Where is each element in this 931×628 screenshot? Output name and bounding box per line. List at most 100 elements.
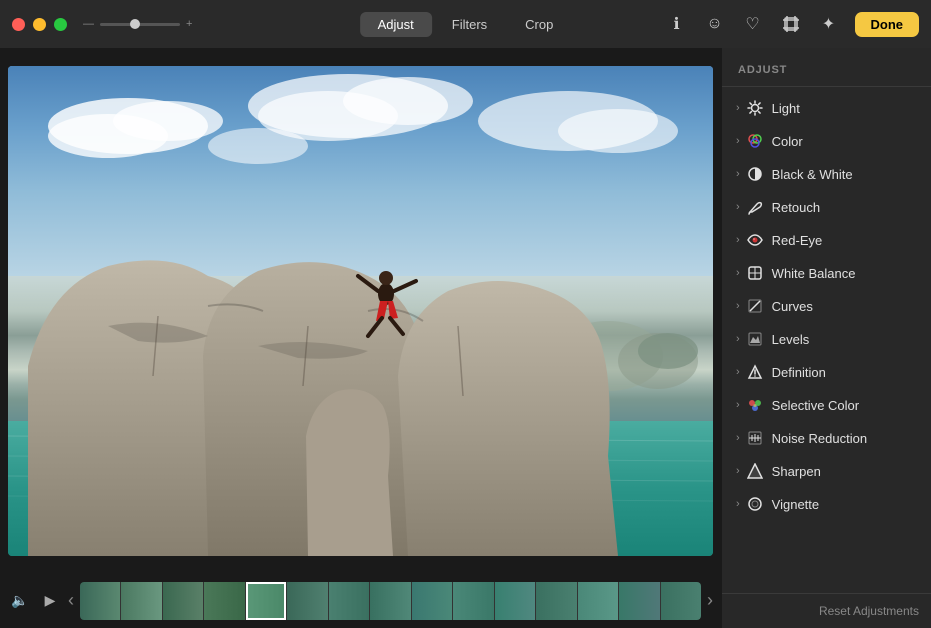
- toolbar-right: ℹ ☺ ♡ ✦ Done: [665, 12, 920, 37]
- chevron-icon: ›: [736, 333, 740, 345]
- tab-adjust[interactable]: Adjust: [360, 12, 432, 37]
- filmstrip-thumb[interactable]: [121, 582, 162, 620]
- adjust-item-wb[interactable]: › White Balance: [726, 257, 927, 289]
- adjust-label-noise: Noise Reduction: [772, 431, 867, 446]
- adjust-item-sharpen[interactable]: › Sharpen: [726, 455, 927, 487]
- adjust-label-retouch: Retouch: [772, 200, 820, 215]
- emoji-icon[interactable]: ☺: [703, 12, 727, 36]
- filmstrip-thumb[interactable]: [412, 582, 453, 620]
- filmstrip-thumb[interactable]: [578, 582, 619, 620]
- zoom-minus-icon: —: [83, 18, 94, 30]
- filmstrip-thumb[interactable]: [619, 582, 660, 620]
- adjust-label-bw: Black & White: [772, 167, 853, 182]
- adjust-label-wb: White Balance: [772, 266, 856, 281]
- window-controls: [12, 18, 67, 31]
- filmstrip-thumb[interactable]: [329, 582, 370, 620]
- adjust-label-selcolor: Selective Color: [772, 398, 859, 413]
- chevron-icon: ›: [736, 366, 740, 378]
- filmstrip-bar: 🔈 ▶ ‹ ›: [0, 573, 721, 628]
- chevron-icon: ›: [736, 300, 740, 312]
- wb-icon: [746, 264, 764, 282]
- done-button[interactable]: Done: [855, 12, 920, 37]
- adjust-label-levels: Levels: [772, 332, 810, 347]
- chevron-icon: ›: [736, 102, 740, 114]
- adjust-item-selcolor[interactable]: › Selective Color: [726, 389, 927, 421]
- adjust-label-light: Light: [772, 101, 800, 116]
- filmstrip-thumb[interactable]: [287, 582, 328, 620]
- bw-icon: [746, 165, 764, 183]
- reset-adjustments-button[interactable]: Reset Adjustments: [819, 604, 919, 618]
- tab-filters[interactable]: Filters: [434, 12, 505, 37]
- adjust-item-retouch[interactable]: › Retouch: [726, 191, 927, 223]
- chevron-icon: ›: [736, 234, 740, 246]
- filmstrip-left-arrow[interactable]: ‹: [68, 590, 74, 611]
- adjust-item-redeye[interactable]: › Red-Eye: [726, 224, 927, 256]
- adjust-item-definition[interactable]: › Definition: [726, 356, 927, 388]
- filmstrip-thumb[interactable]: [80, 582, 121, 620]
- filmstrip-thumb[interactable]: [536, 582, 577, 620]
- filmstrip-right-arrow[interactable]: ›: [707, 590, 713, 611]
- chevron-icon: ›: [736, 201, 740, 213]
- chevron-icon: ›: [736, 498, 740, 510]
- sharpen-icon: [746, 462, 764, 480]
- redeye-icon: [746, 231, 764, 249]
- chevron-icon: ›: [736, 432, 740, 444]
- retouch-icon: [746, 198, 764, 216]
- filmstrip-thumb[interactable]: [495, 582, 536, 620]
- adjust-item-noise[interactable]: › Noise Reduction: [726, 422, 927, 454]
- photo-area: 🔈 ▶ ‹ ›: [0, 48, 721, 628]
- panel-title: ADJUST: [738, 64, 787, 76]
- titlebar: — + Adjust Filters Crop ℹ ☺ ♡ ✦ Done: [0, 0, 931, 48]
- close-button[interactable]: [12, 18, 25, 31]
- minimize-button[interactable]: [33, 18, 46, 31]
- maximize-button[interactable]: [54, 18, 67, 31]
- adjust-label-vignette: Vignette: [772, 497, 819, 512]
- adjust-label-redeye: Red-Eye: [772, 233, 823, 248]
- chevron-icon: ›: [736, 465, 740, 477]
- panel-header: ADJUST: [722, 48, 931, 87]
- slider-thumb: [130, 19, 140, 29]
- tab-bar: Adjust Filters Crop: [360, 12, 572, 37]
- tab-crop[interactable]: Crop: [507, 12, 571, 37]
- selcolor-icon: [746, 396, 764, 414]
- noise-icon: [746, 429, 764, 447]
- chevron-icon: ›: [736, 267, 740, 279]
- filmstrip-thumb[interactable]: [661, 582, 701, 620]
- adjust-item-vignette[interactable]: › Vignette: [726, 488, 927, 520]
- play-button[interactable]: ▶: [38, 589, 62, 613]
- adjust-item-light[interactable]: › Light: [726, 92, 927, 124]
- photo-image: [8, 66, 713, 556]
- panel-footer: Reset Adjustments: [722, 593, 931, 628]
- adjust-item-levels[interactable]: › Levels: [726, 323, 927, 355]
- filmstrip-thumb[interactable]: [204, 582, 245, 620]
- sparkles-icon[interactable]: ✦: [817, 12, 841, 36]
- photo-container: [0, 48, 721, 573]
- volume-button[interactable]: 🔈: [8, 589, 32, 613]
- chevron-icon: ›: [736, 135, 740, 147]
- right-panel: ADJUST ›: [721, 48, 931, 628]
- curves-icon: [746, 297, 764, 315]
- crop-icon[interactable]: [779, 12, 803, 36]
- levels-icon: [746, 330, 764, 348]
- chevron-icon: ›: [736, 168, 740, 180]
- adjust-item-bw[interactable]: › Black & White: [726, 158, 927, 190]
- vignette-icon: [746, 495, 764, 513]
- adjust-item-color[interactable]: › Color: [726, 125, 927, 157]
- filmstrip-thumb[interactable]: [453, 582, 494, 620]
- filmstrip-thumb-selected[interactable]: [246, 582, 287, 620]
- color-icon: [746, 132, 764, 150]
- main-content: 🔈 ▶ ‹ ›: [0, 48, 931, 628]
- chevron-icon: ›: [736, 399, 740, 411]
- filmstrip-thumb[interactable]: [163, 582, 204, 620]
- zoom-slider[interactable]: — +: [83, 18, 192, 30]
- adjust-label-sharpen: Sharpen: [772, 464, 821, 479]
- adjust-item-curves[interactable]: › Curves: [726, 290, 927, 322]
- adjust-label-color: Color: [772, 134, 803, 149]
- adjust-list: › Light: [722, 87, 931, 593]
- filmstrip-thumb[interactable]: [370, 582, 411, 620]
- zoom-plus-icon: +: [186, 18, 192, 30]
- info-icon[interactable]: ℹ: [665, 12, 689, 36]
- filmstrip[interactable]: [80, 582, 701, 620]
- heart-icon[interactable]: ♡: [741, 12, 765, 36]
- adjust-label-curves: Curves: [772, 299, 813, 314]
